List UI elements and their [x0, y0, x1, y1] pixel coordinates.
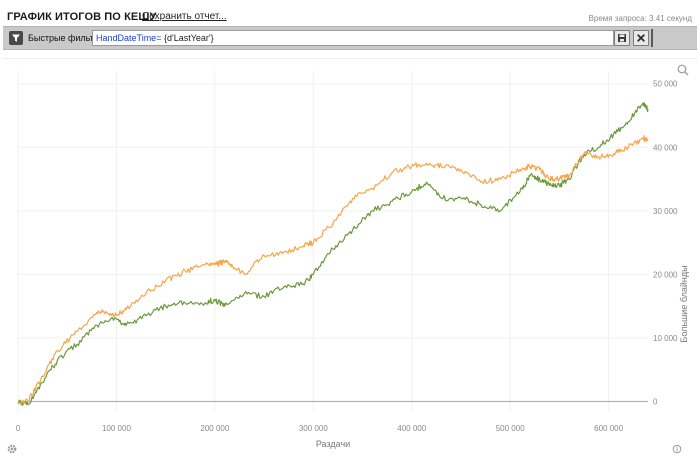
series-line-0	[17, 102, 649, 407]
save-report-link[interactable]: Сохранить отчет...	[142, 11, 227, 22]
filter-operator: =	[156, 33, 164, 43]
series-lines	[17, 102, 649, 407]
y-axis-ticks: 0 10 000 20 000 30 000 40 000 50 000	[653, 80, 678, 407]
x-tick-label: 100 000	[102, 424, 131, 433]
info-icon[interactable]	[672, 444, 682, 454]
gear-icon[interactable]	[7, 444, 17, 454]
y-tick-label: 0	[653, 397, 658, 406]
filter-value: {d'LastYear'}	[163, 33, 214, 43]
toolbar-separator	[651, 29, 653, 47]
y-tick-label: 20 000	[653, 270, 678, 279]
quick-filter-bar: Быстрые фильт HandDateTime= {d'LastYear'…	[3, 26, 697, 50]
filter-field-name: HandDateTime	[96, 33, 157, 43]
x-tick-label: 500 000	[496, 424, 525, 433]
x-axis-ticks: 0 100 000 200 000 300 000 400 000 500 000 600 …	[16, 424, 624, 433]
cash-chart-panel: 0 100 000 200 000 300 000 400 000 500 000 600 …	[3, 58, 697, 457]
y-tick-label: 50 000	[653, 80, 678, 89]
x-tick-label: 400 000	[397, 424, 426, 433]
x-axis-label: Раздачи	[316, 439, 350, 449]
filter-expression-input[interactable]: HandDateTime= {d'LastYear'}	[92, 30, 614, 46]
quick-filter-label: Быстрые фильт	[28, 33, 94, 43]
grid-lines	[17, 71, 648, 411]
series-line-1	[17, 135, 649, 405]
x-tick-label: 200 000	[200, 424, 229, 433]
y-axis-label: Большие блайнды	[679, 265, 689, 342]
cash-results-chart: 0 100 000 200 000 300 000 400 000 500 000 600 …	[7, 64, 689, 454]
zoom-icon[interactable]	[677, 64, 689, 76]
y-tick-label: 10 000	[653, 334, 678, 343]
x-tick-label: 600 000	[594, 424, 623, 433]
y-tick-label: 30 000	[653, 207, 678, 216]
report-header: ГРАФИК ИТОГОВ ПО КЕШУ Сохранить отчет...…	[0, 0, 700, 26]
filter-icon[interactable]	[9, 31, 23, 45]
save-icon[interactable]	[614, 30, 630, 46]
query-time-label: Время запроса: 3.41 секунд	[588, 14, 692, 23]
y-tick-label: 40 000	[653, 143, 678, 152]
x-tick-label: 300 000	[299, 424, 328, 433]
close-icon[interactable]	[633, 30, 649, 46]
page-title: ГРАФИК ИТОГОВ ПО КЕШУ	[7, 11, 157, 23]
x-tick-label: 0	[16, 424, 21, 433]
